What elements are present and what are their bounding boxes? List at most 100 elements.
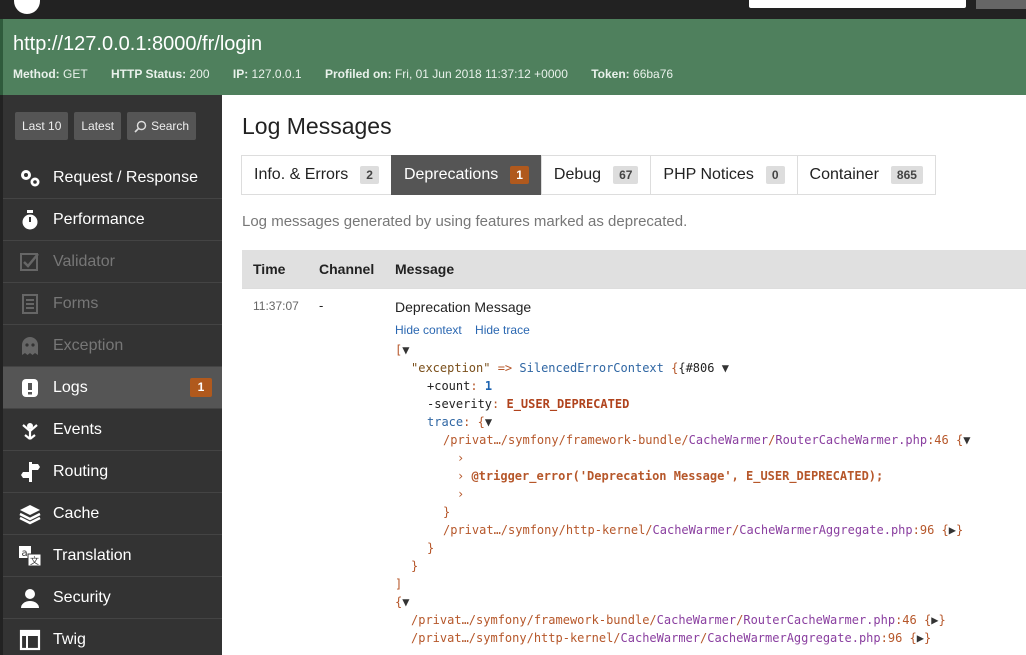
tab-label: PHP Notices: [663, 166, 754, 183]
signpost-icon: [17, 461, 43, 483]
sidebar-button-row: Last 10 Latest Search: [15, 112, 197, 140]
sidebar-item-label: Twig: [53, 630, 86, 648]
sidebar-item-label: Translation: [53, 546, 132, 564]
sidebar-item-events[interactable]: Events: [3, 409, 222, 451]
dump-line: }: [427, 541, 435, 555]
sidebar-item-performance[interactable]: Performance: [3, 199, 222, 241]
collapse-toggle-icon[interactable]: ▼: [485, 415, 492, 429]
dump-line: }: [411, 559, 419, 573]
logs-icon: [17, 377, 43, 399]
sidebar-item-label: Request / Response: [53, 168, 198, 186]
log-table: Time Channel Message 11:37:07 - Deprecat…: [242, 250, 1026, 655]
method-value: GET: [63, 67, 88, 81]
request-meta: Method: GET HTTP Status: 200 IP: 127.0.0…: [13, 67, 693, 81]
tab-container[interactable]: Container 865: [796, 155, 936, 195]
table-row: 11:37:07 - Deprecation Message Hide cont…: [242, 288, 1026, 655]
collapse-toggle-icon[interactable]: ▼: [402, 595, 409, 609]
dump-line: ]: [395, 577, 403, 591]
expand-toggle-icon[interactable]: ▶: [917, 631, 924, 645]
latest-label: Latest: [81, 119, 115, 133]
log-channel: -: [319, 298, 324, 313]
dump-line: › @trigger_error('Deprecation Message', …: [457, 469, 884, 483]
tab-label: Deprecations: [403, 166, 499, 183]
expand-toggle-icon[interactable]: ▶: [949, 523, 956, 537]
search-button[interactable]: [976, 0, 1026, 9]
search-icon: [134, 120, 147, 133]
hide-context-link[interactable]: Hide context: [395, 323, 462, 337]
column-channel: Channel: [319, 261, 375, 277]
sidebar-item-forms[interactable]: Forms: [3, 283, 222, 325]
dump-line: +count: 1: [427, 379, 493, 393]
hide-trace-link[interactable]: Hide trace: [475, 323, 530, 337]
latest-button[interactable]: Latest: [74, 112, 122, 140]
profiled-label: Profiled on:: [324, 67, 392, 81]
column-message: Message: [395, 261, 455, 277]
logs-count-badge: 1: [190, 378, 212, 397]
token-value[interactable]: 66ba76: [633, 67, 673, 81]
tab-php-notices[interactable]: PHP Notices 0: [650, 155, 797, 195]
main-panel: Log Messages Info. & Errors 2 Deprecation…: [222, 95, 1026, 655]
tab-info-errors[interactable]: Info. & Errors 2: [241, 155, 391, 195]
tab-count: 865: [890, 166, 923, 184]
symfony-logo-icon[interactable]: [14, 0, 40, 14]
dump-line: trace: {▼: [427, 415, 493, 429]
table-header: Time Channel Message: [242, 250, 1026, 288]
sidebar-item-label: Forms: [53, 294, 99, 312]
twig-icon: [17, 629, 43, 651]
sidebar-item-twig[interactable]: Twig: [3, 619, 222, 655]
dump-line: /privat…/symfony/framework-bundle/CacheW…: [443, 433, 971, 447]
sidebar-item-label: Security: [53, 588, 111, 606]
status-label: HTTP Status:: [111, 67, 187, 81]
request-summary: http://127.0.0.1:8000/fr/login Method: G…: [0, 19, 1026, 95]
sidebar-item-exception[interactable]: Exception: [3, 325, 222, 367]
sidebar-item-security[interactable]: Security: [3, 577, 222, 619]
tab-description: Log messages generated by using features…: [242, 213, 688, 230]
sidebar-item-validator[interactable]: Validator: [3, 241, 222, 283]
tab-deprecations[interactable]: Deprecations 1: [390, 155, 541, 195]
search-profiles-button[interactable]: Search: [127, 112, 197, 140]
tab-count: 0: [765, 166, 785, 184]
events-icon: [17, 419, 43, 441]
dump-line: [▼: [395, 343, 410, 357]
search-input[interactable]: [749, 0, 966, 8]
collapse-toggle-icon[interactable]: ▼: [402, 343, 409, 357]
dump-line: ›: [457, 487, 465, 501]
tab-count: 2: [360, 166, 379, 184]
dump-line: -severity: E_USER_DEPRECATED: [427, 397, 630, 411]
log-message: Deprecation Message: [395, 299, 532, 315]
sidebar-item-routing[interactable]: Routing: [3, 451, 222, 493]
dump-line: "exception" => SilencedErrorContext {{#8…: [411, 361, 729, 375]
last-10-label: Last 10: [22, 119, 62, 133]
user-icon: [17, 587, 43, 609]
search-label: Search: [151, 119, 190, 133]
collapse-toggle-icon[interactable]: ▼: [722, 361, 729, 375]
tab-label: Debug: [553, 166, 602, 183]
sidebar-item-label: Performance: [53, 210, 145, 228]
dump-line: /privat…/symfony/http-kernel/CacheWarmer…: [411, 631, 932, 645]
sidebar-item-logs[interactable]: Logs 1: [3, 367, 222, 409]
svg-text:文: 文: [30, 555, 39, 567]
stopwatch-icon: [17, 209, 43, 231]
dump-line: ›: [457, 451, 465, 465]
dump-line: /privat…/symfony/http-kernel/CacheWarmer…: [443, 523, 964, 537]
sidebar-item-label: Logs: [53, 378, 88, 396]
translation-icon: a文: [17, 545, 43, 567]
method-label: Method:: [13, 67, 60, 81]
dump-line: {▼: [395, 595, 410, 609]
sidebar-item-cache[interactable]: Cache: [3, 493, 222, 535]
sidebar-item-request-response[interactable]: Request / Response: [3, 157, 222, 199]
collapse-toggle-icon[interactable]: ▼: [963, 433, 970, 447]
page-title-url: http://127.0.0.1:8000/fr/login: [13, 33, 263, 55]
dump-line: }: [443, 505, 451, 519]
tab-debug[interactable]: Debug 67: [540, 155, 651, 195]
sidebar: Last 10 Latest Search Request / Response…: [0, 95, 222, 655]
tab-count: 1: [510, 166, 529, 184]
sidebar-item-label: Cache: [53, 504, 100, 522]
sidebar-item-translation[interactable]: a文 Translation: [3, 535, 222, 577]
checkbox-icon: [17, 251, 43, 273]
tab-label: Info. & Errors: [254, 166, 349, 183]
sidebar-item-label: Routing: [53, 462, 109, 480]
last-10-button[interactable]: Last 10: [15, 112, 69, 140]
page-title: Log Messages: [242, 113, 392, 139]
row-links: Hide context Hide trace: [395, 323, 540, 337]
